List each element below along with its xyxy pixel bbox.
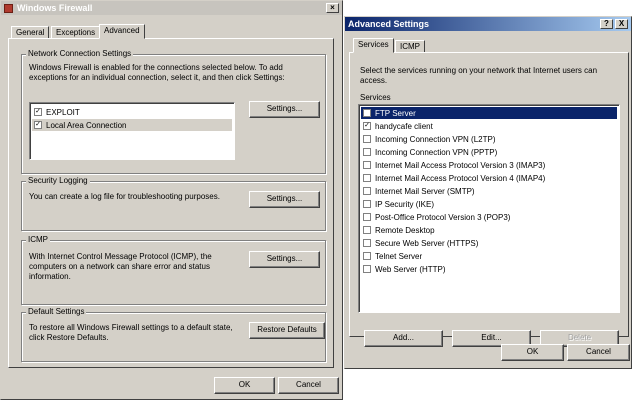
service-checkbox[interactable] (363, 135, 371, 143)
firewall-cancel-button[interactable]: Cancel (278, 377, 339, 394)
firewall-title-bar[interactable]: Windows Firewall (1, 1, 342, 15)
service-checkbox[interactable]: ✓ (363, 122, 371, 130)
connection-item-local-area[interactable]: ✓ Local Area Connection (32, 119, 232, 131)
network-connection-settings-label: Network Connection Settings (26, 49, 134, 58)
tab-services[interactable]: Services (353, 38, 394, 53)
connections-list[interactable]: ✓ EXPLOIT ✓ Local Area Connection (29, 102, 235, 160)
security-logging-label: Security Logging (26, 176, 90, 185)
firewall-shield-icon (4, 3, 13, 13)
connection-checkbox-exploit[interactable]: ✓ (34, 108, 42, 116)
advanced-settings-dialog: Advanced Settings ? X Services ICMP Sele… (344, 16, 632, 369)
logging-description: You can create a log file for troublesho… (29, 192, 220, 201)
service-label: Internet Mail Server (SMTP) (375, 186, 475, 196)
service-checkbox[interactable] (363, 174, 371, 182)
advanced-tab-panel: Network Connection Settings Windows Fire… (8, 38, 334, 368)
service-checkbox[interactable] (363, 200, 371, 208)
advanced-settings-title-bar[interactable]: Advanced Settings (345, 17, 631, 31)
connection-label: Local Area Connection (46, 120, 127, 130)
default-settings-label: Default Settings (26, 307, 87, 316)
service-checkbox[interactable] (363, 265, 371, 273)
service-item[interactable]: Post-Office Protocol Version 3 (POP3) (361, 211, 617, 223)
icmp-description: With Internet Control Message Protocol (… (29, 252, 212, 281)
firewall-close-button[interactable]: × (326, 3, 339, 13)
service-item[interactable]: Remote Desktop (361, 224, 617, 236)
add-service-button[interactable]: Add... (364, 330, 443, 347)
connection-item-exploit[interactable]: ✓ EXPLOIT (32, 106, 232, 118)
service-label: Post-Office Protocol Version 3 (POP3) (375, 212, 511, 222)
service-item[interactable]: Internet Mail Access Protocol Version 3 … (361, 159, 617, 171)
service-label: Web Server (HTTP) (375, 264, 446, 274)
windows-firewall-window: Windows Firewall × General Exceptions Ad… (0, 0, 343, 400)
service-label: Internet Mail Access Protocol Version 4 … (375, 173, 546, 183)
service-item[interactable]: Internet Mail Server (SMTP) (361, 185, 617, 197)
service-label: Secure Web Server (HTTPS) (375, 238, 479, 248)
service-label: IP Security (IKE) (375, 199, 434, 209)
services-label: Services (360, 93, 391, 102)
service-checkbox[interactable] (363, 226, 371, 234)
service-label: Internet Mail Access Protocol Version 3 … (375, 160, 546, 170)
tab-advanced[interactable]: Advanced (99, 24, 145, 39)
network-settings-button[interactable]: Settings... (249, 101, 320, 118)
service-label: FTP Server (375, 108, 416, 118)
advanced-ok-button[interactable]: OK (501, 344, 564, 361)
restore-defaults-button[interactable]: Restore Defaults (249, 322, 325, 339)
advanced-cancel-button[interactable]: Cancel (567, 344, 630, 361)
icmp-group: ICMP With Internet Control Message Proto… (21, 235, 326, 305)
service-item[interactable]: IP Security (IKE) (361, 198, 617, 210)
icmp-settings-button[interactable]: Settings... (249, 251, 320, 268)
logging-settings-button[interactable]: Settings... (249, 191, 320, 208)
service-checkbox[interactable] (363, 109, 371, 117)
service-checkbox[interactable] (363, 239, 371, 247)
service-item[interactable]: Incoming Connection VPN (PPTP) (361, 146, 617, 158)
service-label: Incoming Connection VPN (PPTP) (375, 147, 498, 157)
service-item[interactable]: Incoming Connection VPN (L2TP) (361, 133, 617, 145)
default-settings-group: Default Settings To restore all Windows … (21, 307, 326, 362)
service-checkbox[interactable] (363, 187, 371, 195)
service-label: Incoming Connection VPN (L2TP) (375, 134, 496, 144)
firewall-ok-button[interactable]: OK (214, 377, 275, 394)
icmp-label: ICMP (26, 235, 50, 244)
services-instructions: Select the services running on your netw… (360, 66, 598, 85)
defaults-description: To restore all Windows Firewall settings… (29, 323, 233, 342)
connection-checkbox-local-area[interactable]: ✓ (34, 121, 42, 129)
service-checkbox[interactable] (363, 252, 371, 260)
advanced-settings-title: Advanced Settings (348, 19, 430, 29)
service-item[interactable]: ✓ handycafe client (361, 120, 617, 132)
security-logging-group: Security Logging You can create a log fi… (21, 176, 326, 231)
service-item[interactable]: Web Server (HTTP) (361, 263, 617, 275)
service-label: Telnet Server (375, 251, 423, 261)
service-checkbox[interactable] (363, 213, 371, 221)
firewall-title: Windows Firewall (17, 3, 93, 13)
service-checkbox[interactable] (363, 161, 371, 169)
service-item[interactable]: Secure Web Server (HTTPS) (361, 237, 617, 249)
service-checkbox[interactable] (363, 148, 371, 156)
services-list[interactable]: FTP Server ✓ handycafe client Incoming Co… (358, 104, 620, 313)
services-tab-panel: Select the services running on your netw… (349, 52, 629, 347)
advanced-close-button[interactable]: X (615, 19, 628, 29)
service-label: Remote Desktop (375, 225, 435, 235)
service-item[interactable]: Internet Mail Access Protocol Version 4 … (361, 172, 617, 184)
network-description: Windows Firewall is enabled for the conn… (29, 63, 285, 82)
connection-label: EXPLOIT (46, 107, 80, 117)
service-item[interactable]: FTP Server (361, 107, 617, 119)
service-label: handycafe client (375, 121, 433, 131)
network-connection-settings-group: Network Connection Settings Windows Fire… (21, 49, 326, 174)
help-button[interactable]: ? (600, 19, 613, 29)
service-item[interactable]: Telnet Server (361, 250, 617, 262)
